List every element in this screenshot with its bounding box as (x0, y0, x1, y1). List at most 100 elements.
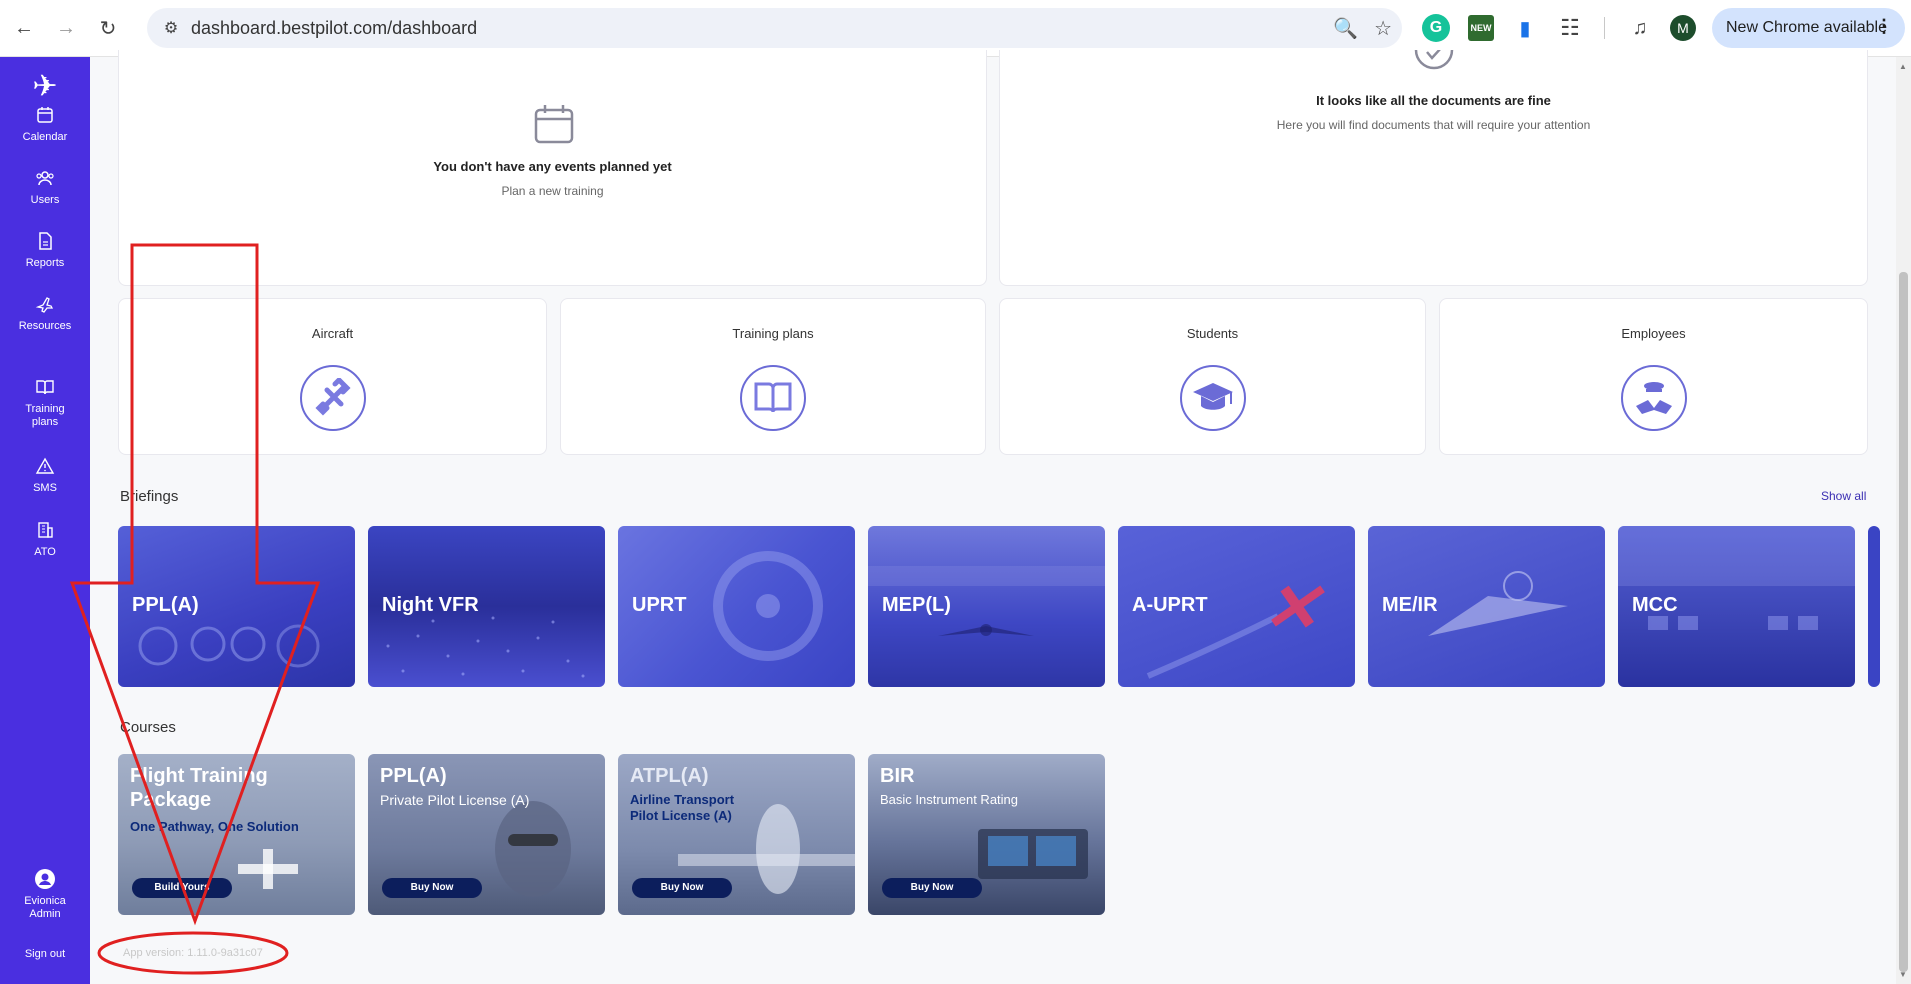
warning-triangle-icon (35, 457, 55, 474)
users-icon (36, 171, 54, 186)
tile-employees[interactable]: Employees (1439, 298, 1868, 455)
briefing-label: UPRT (632, 594, 687, 616)
briefing-label: A-UPRT (1132, 594, 1208, 616)
user-name: Evionica Admin (24, 895, 66, 920)
briefings-heading: Briefings (120, 488, 179, 505)
airplane-logo-icon[interactable]: ✈ (27, 69, 63, 105)
documents-empty-title: It looks like all the documents are fine (1316, 93, 1551, 108)
briefing-card-mcc[interactable]: MCC (1618, 526, 1855, 687)
events-card: You don't have any events planned yet Pl… (118, 50, 987, 286)
sidebar-item-ato[interactable]: ATO (0, 520, 90, 559)
course-card-atpl[interactable]: ATPL(A) Airline Transport Pilot License (… (618, 754, 855, 915)
course-card-ppl[interactable]: PPL(A) Private Pilot License (A) Buy Now (368, 754, 605, 915)
airplane-icon (299, 365, 366, 431)
briefing-card-night-vfr[interactable]: Night VFR (368, 526, 605, 687)
more-menu-icon[interactable]: ⋮ (1875, 16, 1893, 37)
tile-training-plans[interactable]: Training plans (560, 298, 986, 455)
sidebar-item-label: Users (30, 194, 60, 206)
new-extension-icon[interactable]: NEW (1468, 15, 1494, 41)
plan-training-link[interactable]: Plan a new training (119, 184, 986, 198)
chrome-update-label: New Chrome available (1726, 19, 1887, 36)
course-title: BIR (880, 765, 915, 787)
show-all-link[interactable]: Show all (1821, 489, 1866, 503)
book-icon (740, 365, 806, 431)
course-subtitle-line-2: Pilot License (A) (630, 808, 732, 823)
buy-now-button[interactable]: Buy Now (382, 878, 482, 898)
documents-card: It looks like all the documents are fine… (999, 50, 1868, 286)
site-settings-icon[interactable]: ⚙ (151, 8, 191, 48)
tile-title: Employees (1621, 326, 1686, 341)
book-icon (36, 380, 54, 395)
url-text[interactable]: dashboard.bestpilot.com/dashboard (191, 18, 477, 39)
course-subtitle-line-1: Airline Transport (630, 792, 735, 807)
sign-out-link[interactable]: Sign out (0, 948, 90, 960)
tile-students[interactable]: Students (999, 298, 1426, 455)
app-version-text: App version: 1.11.0-9a31c07 (123, 947, 263, 959)
reload-icon[interactable]: ↻ (90, 10, 126, 46)
events-empty-title: You don't have any events planned yet (433, 159, 672, 174)
briefing-card-me-ir[interactable]: ME/IR (1368, 526, 1605, 687)
back-icon[interactable]: ← (6, 10, 42, 46)
tile-title: Training plans (732, 326, 814, 341)
course-title: ATPL(A) (630, 765, 709, 787)
sidebar-item-users[interactable]: Users (0, 168, 90, 207)
briefing-label: MEP(L) (882, 594, 951, 616)
zoom-icon[interactable]: 🔍 (1333, 16, 1358, 41)
sidebar-item-sms[interactable]: SMS (0, 456, 90, 495)
page-scrollbar[interactable]: ▲ ▼ (1896, 57, 1911, 984)
bookmark-star-icon[interactable]: ☆ (1374, 16, 1392, 41)
course-card-bir[interactable]: BIR Basic Instrument Rating Buy Now (868, 754, 1105, 915)
tile-title: Aircraft (311, 326, 354, 341)
browser-toolbar: ← → ↻ ⚙ dashboard.bestpilot.com/dashboar… (0, 0, 1911, 57)
toolbar-divider (1604, 17, 1605, 39)
briefing-card-a-uprt[interactable]: A-UPRT (1118, 526, 1355, 687)
extensions-puzzle-icon[interactable]: ☷ (1556, 10, 1584, 46)
tile-title: Students (1186, 326, 1239, 341)
course-subtitle: Airline Transport Pilot License (A) (630, 792, 734, 824)
sidebar: ✈ Calendar Users Reports Resources Train… (0, 57, 90, 984)
briefing-card-mep[interactable]: MEP(L) (868, 526, 1105, 687)
tile-aircraft[interactable]: Aircraft (118, 298, 547, 455)
course-card-flight-training[interactable]: Flight Training Package One Pathway, One … (118, 754, 355, 915)
course-subtitle: Private Pilot License (A) (380, 792, 530, 808)
briefing-card-uprt[interactable]: UPRT (618, 526, 855, 687)
briefing-card-ppl[interactable]: PPL(A) (118, 526, 355, 687)
forward-icon[interactable]: → (48, 10, 84, 46)
grammarly-extension-icon[interactable]: G (1422, 14, 1450, 42)
courses-heading: Courses (120, 719, 176, 736)
pilot-badge-icon (1620, 365, 1687, 431)
sidebar-item-training-plans[interactable]: Training plans (0, 377, 90, 429)
media-control-icon[interactable]: ♫ (1626, 10, 1654, 46)
sidebar-item-calendar[interactable]: Calendar (0, 105, 90, 144)
document-extension-icon[interactable]: ▮ (1513, 15, 1537, 41)
calendar-icon (37, 107, 53, 123)
graduation-cap-icon (1179, 365, 1246, 431)
course-title-line-1: Flight Training (130, 765, 268, 787)
buy-now-button[interactable]: Buy Now (882, 878, 982, 898)
buy-now-button[interactable]: Buy Now (632, 878, 732, 898)
scroll-up-arrow-icon[interactable]: ▲ (1899, 62, 1907, 71)
course-subtitle: One Pathway, One Solution (130, 819, 299, 834)
sidebar-item-label: Reports (25, 257, 65, 269)
briefing-label: ME/IR (1382, 594, 1438, 616)
scroll-down-arrow-icon[interactable]: ▼ (1899, 970, 1907, 979)
briefing-label: PPL(A) (132, 594, 199, 616)
check-circle-icon (1414, 50, 1454, 70)
course-title: PPL(A) (380, 765, 447, 787)
sidebar-item-reports[interactable]: Reports (0, 231, 90, 270)
sidebar-user[interactable]: Evionica Admin (0, 869, 90, 921)
build-yours-button[interactable]: Build Yours (132, 878, 232, 898)
sidebar-item-resources[interactable]: Resources (0, 294, 90, 333)
address-bar[interactable]: ⚙ dashboard.bestpilot.com/dashboard 🔍 ☆ (147, 8, 1402, 48)
chrome-update-button[interactable]: New Chrome available ⋮ (1712, 8, 1905, 48)
briefing-card-partial[interactable] (1868, 526, 1880, 687)
user-avatar-icon (35, 869, 55, 889)
plane-outline-icon (35, 297, 54, 313)
briefing-label: Night VFR (382, 594, 479, 616)
sidebar-item-label: ATO (34, 546, 56, 558)
report-document-icon (39, 232, 52, 250)
scroll-thumb[interactable] (1899, 272, 1908, 972)
briefing-label: MCC (1632, 594, 1678, 616)
sidebar-item-label: Resources (18, 320, 72, 332)
profile-avatar[interactable]: M (1670, 15, 1696, 41)
